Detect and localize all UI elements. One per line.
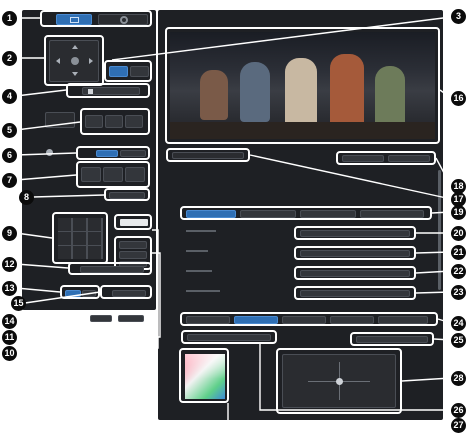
callout-5: 5 [2, 123, 17, 138]
callout-10: 10 [2, 346, 17, 361]
callout-1: 1 [2, 11, 17, 26]
callout-25: 25 [451, 333, 466, 348]
callout-27: 27 [451, 418, 466, 433]
callout-15: 15 [11, 296, 26, 311]
callout-21: 21 [451, 245, 466, 260]
callout-8: 8 [19, 190, 34, 205]
callout-13: 13 [2, 281, 17, 296]
callout-12: 12 [2, 257, 17, 272]
callout-24: 24 [451, 316, 466, 331]
callout-6: 6 [2, 148, 17, 163]
callout-14: 14 [2, 314, 17, 329]
callout-2: 2 [2, 51, 17, 66]
callout-16: 16 [451, 91, 466, 106]
callout-22: 22 [451, 264, 466, 279]
callout-20: 20 [451, 226, 466, 241]
callout-19: 19 [451, 205, 466, 220]
callout-23: 23 [451, 285, 466, 300]
callout-leader-lines [15, 16, 452, 426]
callout-11: 11 [2, 330, 17, 345]
callout-4: 4 [2, 89, 17, 104]
callout-9: 9 [2, 226, 17, 241]
callout-26: 26 [451, 403, 466, 418]
callout-3: 3 [451, 9, 466, 24]
callout-7: 7 [2, 173, 17, 188]
callout-28: 28 [451, 371, 466, 386]
